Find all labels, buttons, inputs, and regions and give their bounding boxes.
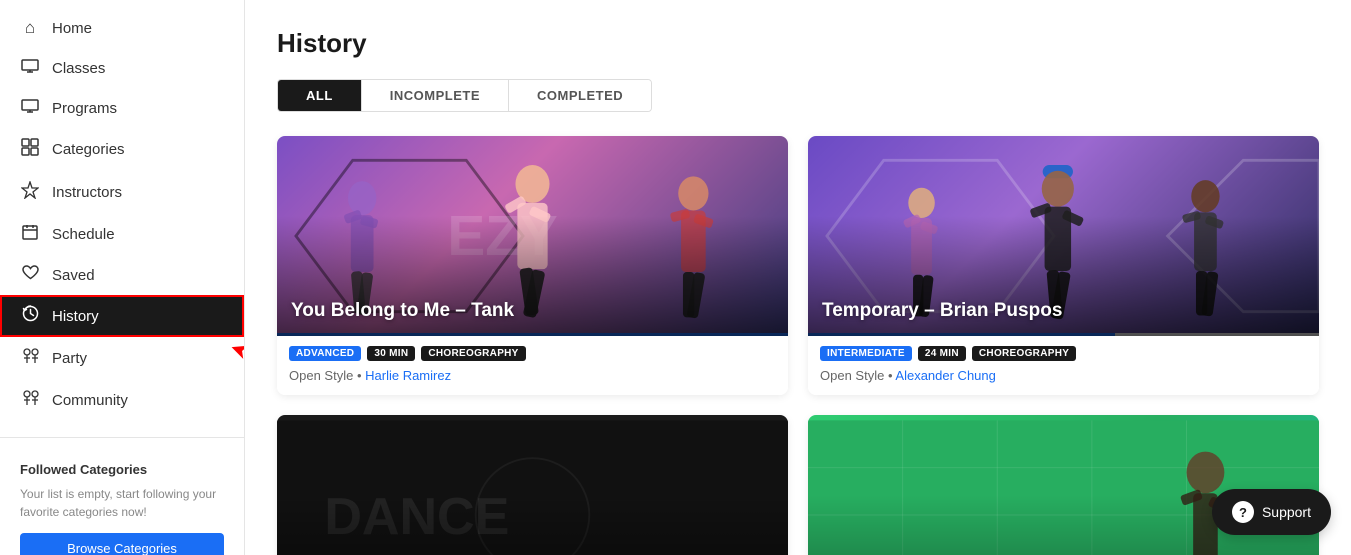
- card-category: Open Style: [820, 368, 884, 383]
- monitor-icon: [20, 58, 40, 78]
- card-separator: •: [357, 368, 365, 383]
- card-tags: ADVANCED 30 MIN CHOREOGRAPHY: [289, 346, 776, 361]
- party-icon: [20, 347, 40, 369]
- sidebar-divider: [0, 437, 244, 438]
- sidebar-item-community[interactable]: Community: [0, 379, 244, 421]
- sidebar-item-party[interactable]: Party: [0, 337, 244, 379]
- tag-level: ADVANCED: [289, 346, 361, 361]
- tag-type: CHOREOGRAPHY: [972, 346, 1076, 361]
- sidebar-item-label: Party: [52, 350, 87, 367]
- sidebar-item-label: Community: [52, 392, 128, 409]
- card-category: Open Style: [289, 368, 353, 383]
- tag-time: 30 MIN: [367, 346, 415, 361]
- cards-grid: EZY: [277, 136, 1319, 555]
- sidebar-item-history[interactable]: History ➤: [0, 295, 244, 337]
- card-title-text: Temporary – Brian Puspos: [822, 300, 1062, 322]
- heart-icon: [20, 265, 40, 285]
- sidebar-item-categories[interactable]: Categories: [0, 128, 244, 171]
- sidebar-item-label: Saved: [52, 267, 95, 284]
- card-title-text: You Belong to Me – Tank: [291, 300, 514, 322]
- sidebar-item-home[interactable]: ⌂ Home: [0, 8, 244, 48]
- card-instructors: Open Style • Harlie Ramirez: [289, 368, 776, 383]
- card-item[interactable]: Temporary – Brian Puspos INTERMEDIATE 24…: [808, 136, 1319, 395]
- sidebar-item-label: Schedule: [52, 226, 115, 243]
- sidebar-item-schedule[interactable]: Schedule: [0, 214, 244, 255]
- followed-categories-title: Followed Categories: [20, 462, 224, 477]
- page-title: History: [277, 28, 1319, 59]
- gradient-overlay: [277, 495, 788, 555]
- filter-tabs: ALL INCOMPLETE COMPLETED: [277, 79, 652, 112]
- card-instructor-link[interactable]: Alexander Chung: [895, 368, 995, 383]
- support-label: Support: [1262, 504, 1311, 520]
- browse-categories-button[interactable]: Browse Categories: [20, 533, 224, 555]
- card-item[interactable]: EZY: [277, 136, 788, 395]
- home-icon: ⌂: [20, 18, 40, 38]
- schedule-icon: [20, 224, 40, 245]
- sidebar-item-classes[interactable]: Classes: [0, 48, 244, 88]
- filter-tab-all[interactable]: ALL: [278, 80, 362, 111]
- support-icon: ?: [1232, 501, 1254, 523]
- community-icon: [20, 389, 40, 411]
- history-icon: [20, 305, 40, 327]
- sidebar: ⌂ Home Classes Programs Categories: [0, 0, 245, 555]
- sidebar-item-label: Instructors: [52, 184, 122, 201]
- card-instructor-link[interactable]: Harlie Ramirez: [365, 368, 451, 383]
- card-instructors: Open Style • Alexander Chung: [820, 368, 1307, 383]
- filter-tab-completed[interactable]: COMPLETED: [509, 80, 651, 111]
- main-content: History ALL INCOMPLETE COMPLETED EZY: [245, 0, 1351, 555]
- sidebar-item-label: Categories: [52, 141, 125, 158]
- instructors-icon: [20, 181, 40, 204]
- sidebar-item-instructors[interactable]: Instructors: [0, 171, 244, 214]
- tag-type: CHOREOGRAPHY: [421, 346, 525, 361]
- sidebar-item-programs[interactable]: Programs: [0, 88, 244, 128]
- card-thumbnail: Temporary – Brian Puspos: [808, 136, 1319, 336]
- card-thumbnail: EZY: [277, 136, 788, 336]
- card-item[interactable]: DANCE: [277, 415, 788, 555]
- card-thumbnail: DANCE: [277, 415, 788, 555]
- sidebar-item-label: Programs: [52, 100, 117, 117]
- filter-tab-incomplete[interactable]: INCOMPLETE: [362, 80, 509, 111]
- card-meta: INTERMEDIATE 24 MIN CHOREOGRAPHY Open St…: [808, 336, 1319, 395]
- sidebar-item-label: Home: [52, 20, 92, 37]
- followed-categories-section: Followed Categories Your list is empty, …: [0, 446, 244, 555]
- support-button[interactable]: ? Support: [1212, 489, 1331, 535]
- card-meta: ADVANCED 30 MIN CHOREOGRAPHY Open Style …: [277, 336, 788, 395]
- sidebar-item-label: History: [52, 308, 99, 325]
- sidebar-item-saved[interactable]: Saved: [0, 255, 244, 295]
- categories-icon: [20, 138, 40, 161]
- followed-categories-text: Your list is empty, start following your…: [20, 485, 224, 521]
- programs-icon: [20, 98, 40, 118]
- card-tags: INTERMEDIATE 24 MIN CHOREOGRAPHY: [820, 346, 1307, 361]
- tag-time: 24 MIN: [918, 346, 966, 361]
- sidebar-item-label: Classes: [52, 60, 105, 77]
- sidebar-nav: ⌂ Home Classes Programs Categories: [0, 0, 244, 429]
- tag-level: INTERMEDIATE: [820, 346, 912, 361]
